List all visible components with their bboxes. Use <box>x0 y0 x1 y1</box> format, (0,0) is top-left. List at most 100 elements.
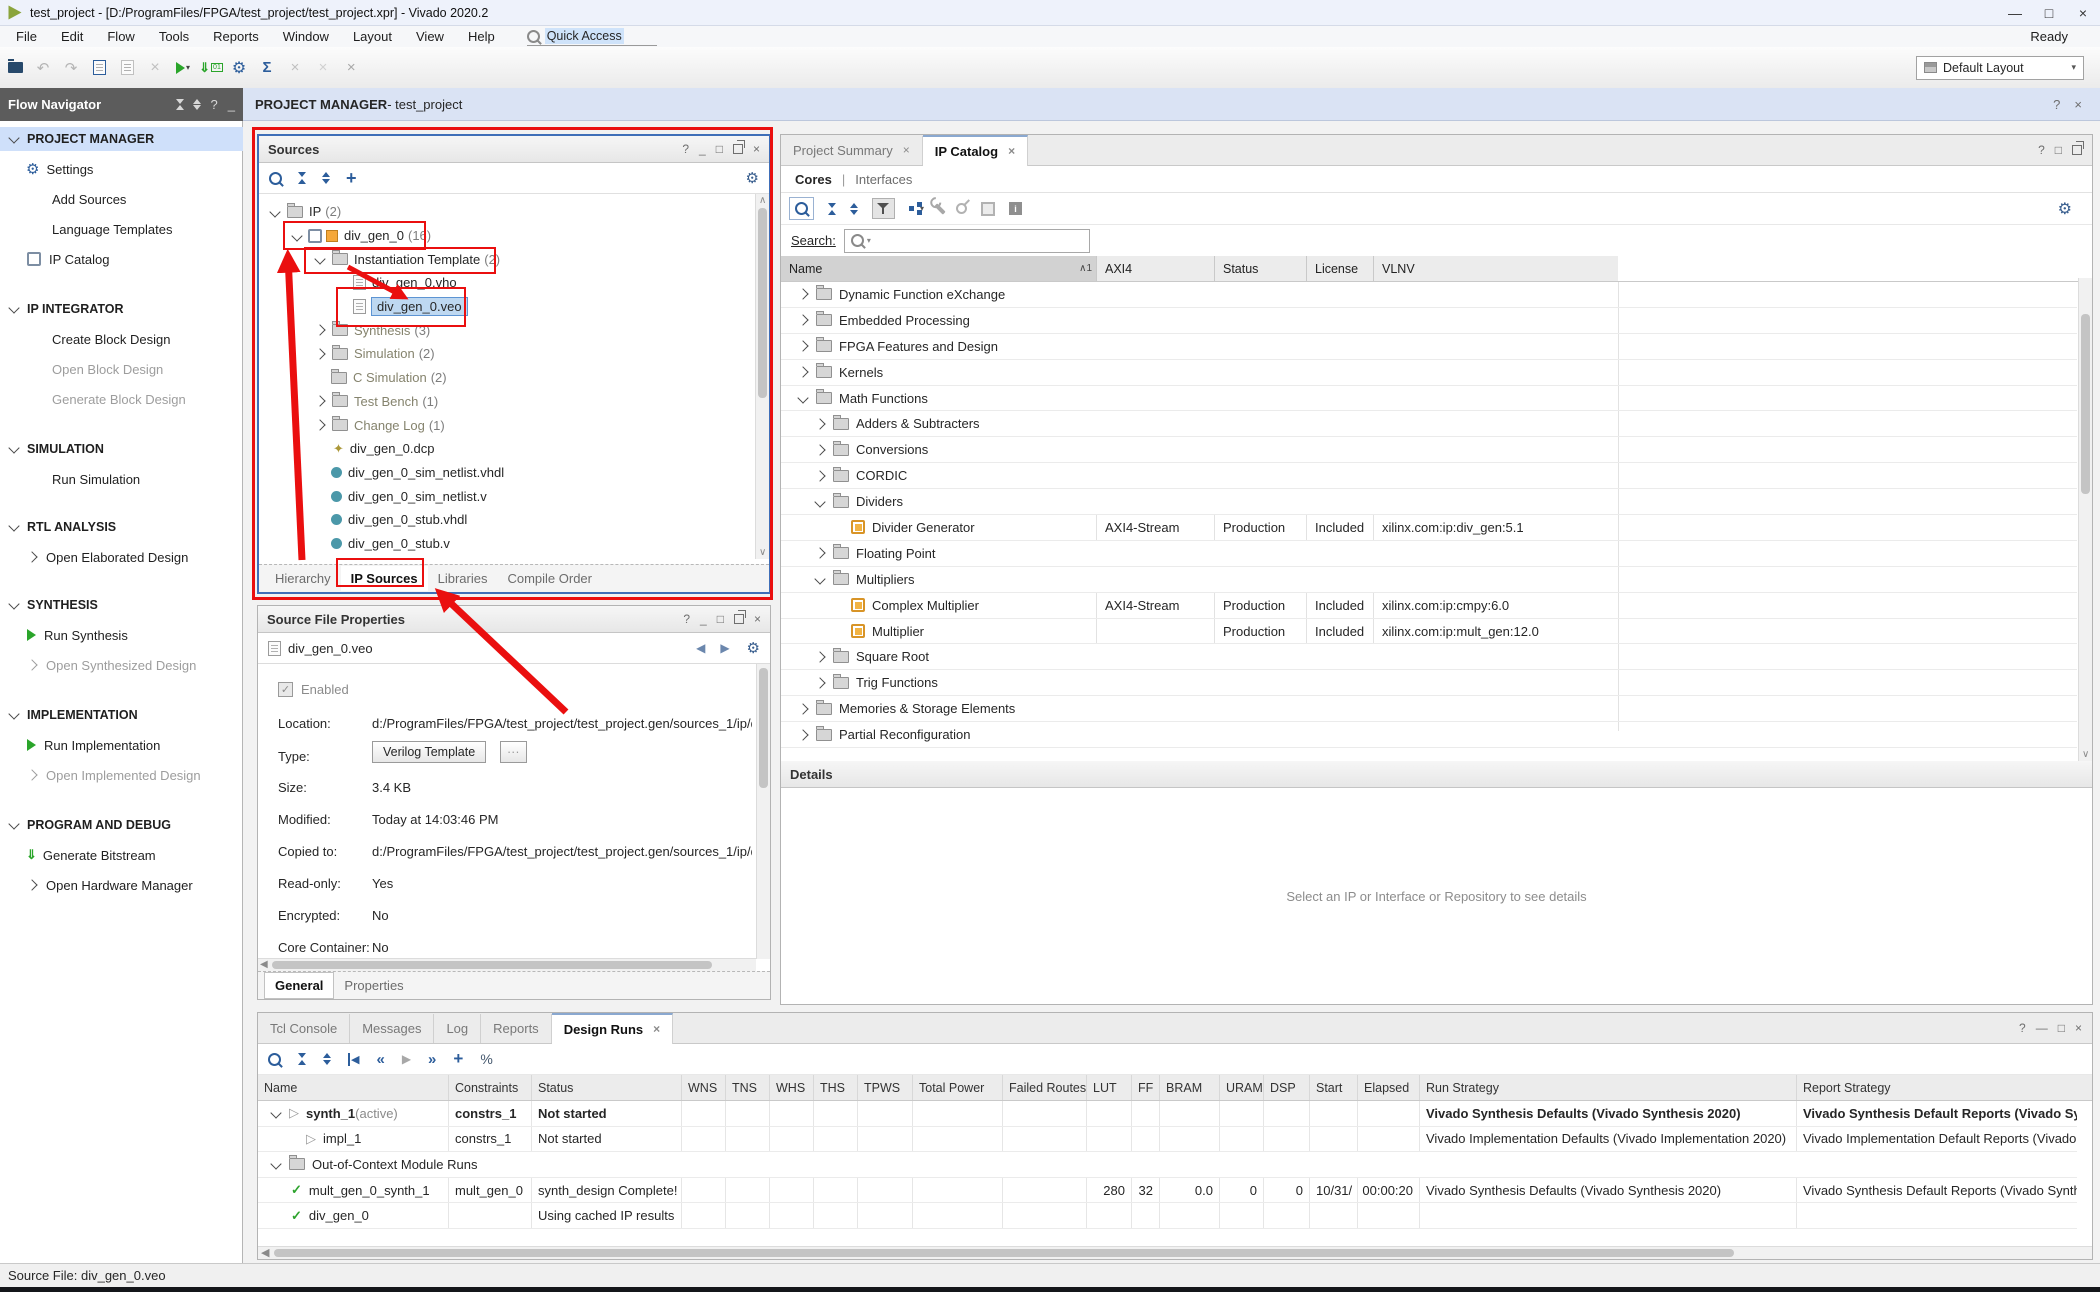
redo-icon[interactable]: ↷ <box>58 56 84 80</box>
settings-gear-icon[interactable]: ⚙ <box>747 639 760 657</box>
help-icon[interactable]: ? <box>211 97 218 112</box>
tree-row-ip[interactable]: IP(2) <box>259 200 769 224</box>
catalog-row[interactable]: Partial Reconfiguration <box>781 722 2077 748</box>
sources-scrollbar[interactable]: ∧∨ <box>755 194 769 559</box>
run-group-ooc[interactable]: Out-of-Context Module Runs <box>258 1152 2077 1178</box>
catalog-row[interactable]: Dividers <box>781 489 2077 515</box>
tab-compile-order[interactable]: Compile Order <box>497 566 602 591</box>
catalog-row-divider-generator[interactable]: Divider Generator AXI4-StreamProductionI… <box>781 515 2077 541</box>
close-tab-icon[interactable]: × <box>653 1022 660 1036</box>
column-name[interactable]: Name∧1 <box>781 256 1096 281</box>
tree-row-change-log[interactable]: Change Log(1) <box>259 413 769 437</box>
catalog-row[interactable]: FPGA Features and Design <box>781 334 2077 360</box>
search-icon[interactable] <box>789 197 814 220</box>
tree-row-sim-netlist-vhdl[interactable]: div_gen_0_sim_netlist.vhdl <box>259 461 769 485</box>
settings-gear-icon[interactable]: ⚙ <box>226 56 252 80</box>
undo-icon[interactable]: ↶ <box>30 56 56 80</box>
sources-panel-header[interactable]: Sources ? _ □ × <box>259 136 769 163</box>
help-icon[interactable]: ? <box>682 142 689 156</box>
col-wns[interactable]: WNS <box>681 1075 725 1100</box>
catalog-row[interactable]: Embedded Processing <box>781 308 2077 334</box>
license-key-icon[interactable] <box>954 201 970 217</box>
catalog-row[interactable]: Square Root <box>781 644 2077 670</box>
minimize-icon[interactable]: _ <box>700 612 707 626</box>
cancel-3-icon[interactable]: × <box>338 56 364 80</box>
generate-bitstream-icon[interactable]: ⇓01 <box>198 56 224 80</box>
menu-tools[interactable]: Tools <box>147 29 201 44</box>
settings-gear-icon[interactable]: ⚙ <box>746 169 759 187</box>
section-simulation[interactable]: SIMULATION <box>0 437 243 461</box>
tab-libraries[interactable]: Libraries <box>428 566 498 591</box>
tab-messages[interactable]: Messages <box>350 1014 434 1043</box>
maximize-icon[interactable]: □ <box>2055 143 2062 157</box>
sum-icon[interactable]: Σ <box>254 56 280 80</box>
collapse-all-icon[interactable] <box>828 203 836 215</box>
close-tab-icon[interactable]: × <box>1008 144 1015 158</box>
menu-reports[interactable]: Reports <box>201 29 271 44</box>
catalog-row[interactable]: Adders & Subtracters <box>781 411 2077 437</box>
tree-row-synthesis[interactable]: Synthesis(3) <box>259 318 769 342</box>
column-license[interactable]: License <box>1306 256 1373 281</box>
tab-log[interactable]: Log <box>434 1014 481 1043</box>
cancel-1-icon[interactable]: × <box>282 56 308 80</box>
catalog-row[interactable]: Dynamic Function eXchange <box>781 282 2077 308</box>
expand-all-icon[interactable] <box>322 172 330 184</box>
run-icon[interactable]: ▾ <box>170 56 196 80</box>
col-report-strategy[interactable]: Report Strategy <box>1796 1075 2094 1100</box>
tree-row-div-gen-0-dcp[interactable]: ✦div_gen_0.dcp <box>259 437 769 461</box>
sidebar-item-generate-bitstream[interactable]: ⇓Generate Bitstream <box>0 843 243 867</box>
percentage-icon[interactable]: % <box>480 1051 492 1067</box>
tab-project-summary[interactable]: Project Summary× <box>781 136 923 165</box>
col-ff[interactable]: FF <box>1131 1075 1159 1100</box>
play-icon[interactable]: ▶ <box>402 1052 411 1066</box>
float-icon[interactable] <box>734 614 744 624</box>
properties-vscrollbar[interactable] <box>756 664 770 959</box>
copy-icon[interactable] <box>114 56 140 80</box>
tab-hierarchy[interactable]: Hierarchy <box>265 566 341 591</box>
catalog-row[interactable]: Floating Point <box>781 541 2077 567</box>
col-status[interactable]: Status <box>531 1075 681 1100</box>
tree-row-div-gen-0-vho[interactable]: div_gen_0.vho <box>259 271 769 295</box>
report-icon[interactable] <box>86 56 112 80</box>
help-icon[interactable]: ? <box>2038 143 2045 157</box>
tab-design-runs[interactable]: Design Runs× <box>552 1013 673 1044</box>
context-help-icon[interactable]: ? <box>2053 97 2060 112</box>
cancel-2-icon[interactable]: × <box>310 56 336 80</box>
sidebar-item-ip-catalog[interactable]: IP Catalog <box>0 247 243 271</box>
sidebar-item-open-hardware-manager[interactable]: Open Hardware Manager <box>0 873 243 897</box>
settings-gear-icon[interactable]: ⚙ <box>2058 199 2072 219</box>
tab-tcl-console[interactable]: Tcl Console <box>258 1014 350 1043</box>
close-icon[interactable]: × <box>2075 1021 2082 1035</box>
sidebar-item-run-synthesis[interactable]: Run Synthesis <box>0 623 243 647</box>
catalog-row[interactable]: Trig Functions <box>781 670 2077 696</box>
collapse-all-icon[interactable] <box>176 99 184 110</box>
delete-icon[interactable]: × <box>142 56 168 80</box>
back-icon[interactable]: ◀ <box>696 641 705 655</box>
run-row-div-gen[interactable]: ✓div_gen_0 Using cached IP results <box>258 1203 2077 1229</box>
run-row-synth-1[interactable]: ▷synth_1 (active) constrs_1 Not started … <box>258 1101 2077 1127</box>
sidebar-item-run-implementation[interactable]: Run Implementation <box>0 733 243 757</box>
tree-row-c-simulation[interactable]: C Simulation(2) <box>259 366 769 390</box>
tab-general[interactable]: General <box>264 972 334 999</box>
section-ip-integrator[interactable]: IP INTEGRATOR <box>0 297 243 321</box>
type-ellipsis-button[interactable]: ··· <box>500 741 527 763</box>
tab-properties[interactable]: Properties <box>334 973 413 998</box>
sidebar-item-open-block-design[interactable]: Open Block Design <box>0 357 243 381</box>
menu-flow[interactable]: Flow <box>95 29 146 44</box>
sidebar-item-add-sources[interactable]: Add Sources <box>0 187 243 211</box>
catalog-row[interactable]: Memories & Storage Elements <box>781 696 2077 722</box>
menu-window[interactable]: Window <box>271 29 341 44</box>
maximize-icon[interactable]: □ <box>2058 1021 2065 1035</box>
col-lut[interactable]: LUT <box>1086 1075 1131 1100</box>
search-icon[interactable] <box>268 1053 281 1066</box>
menu-help[interactable]: Help <box>456 29 507 44</box>
info-icon[interactable]: i <box>1009 202 1022 215</box>
close-icon[interactable]: × <box>754 612 761 626</box>
column-axi4[interactable]: AXI4 <box>1096 256 1214 281</box>
run-row-mult-gen[interactable]: ✓mult_gen_0_synth_1 mult_gen_0 synth_des… <box>258 1178 2077 1204</box>
help-icon[interactable]: ? <box>683 612 690 626</box>
sidebar-item-open-implemented-design[interactable]: Open Implemented Design <box>0 763 243 787</box>
layout-selector[interactable]: Default Layout ▾ <box>1916 56 2084 80</box>
tree-row-sim-netlist-v[interactable]: div_gen_0_sim_netlist.v <box>259 484 769 508</box>
catalog-search-input[interactable]: ▾ <box>844 229 1090 253</box>
